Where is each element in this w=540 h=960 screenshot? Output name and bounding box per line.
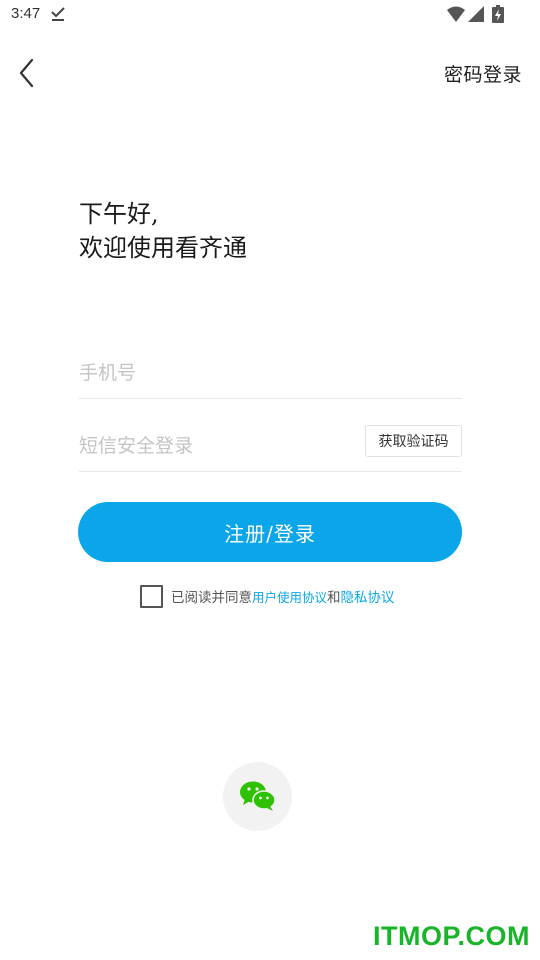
agreement-checkbox[interactable] [140,584,163,608]
download-done-icon [51,7,65,21]
agreement-row: 已阅读并同意用户使用协议和隐私协议 [140,584,395,608]
greeting-welcome: 欢迎使用看齐通 [79,234,247,262]
cell-signal-icon [468,6,484,22]
sms-code-input[interactable] [79,435,349,457]
chevron-left-icon [19,58,34,88]
status-bar: 3:47 [0,0,540,30]
sms-field-row: 获取验证码 [79,413,462,472]
greeting-time-of-day: 下午好, [79,200,159,228]
agreement-prefix: 已阅读并同意 [171,590,252,606]
wifi-icon [447,6,465,22]
wechat-icon [240,781,276,811]
watermark: ITMOP.COM [372,921,530,951]
register-login-button[interactable]: 注册/登录 [78,502,462,562]
battery-charging-icon [492,5,504,23]
phone-field-row [79,340,462,399]
user-agreement-link[interactable]: 用户使用协议 [252,590,327,605]
wechat-login-button[interactable] [223,762,292,831]
greeting: 下午好, 欢迎使用看齐通 [79,197,247,265]
login-screen: 3:47 密码登录 下午好, 欢迎使用看齐通 获取验证码 [0,0,540,960]
privacy-agreement-link[interactable]: 隐私协议 [341,590,395,606]
back-button[interactable] [14,56,42,90]
status-time: 3:47 [11,5,41,22]
agreement-conjunction: 和 [327,590,341,606]
password-login-link[interactable]: 密码登录 [444,60,522,87]
agreement-text: 已阅读并同意用户使用协议和隐私协议 [171,586,395,606]
login-form: 获取验证码 [79,340,462,472]
get-code-button[interactable]: 获取验证码 [365,425,462,457]
phone-input[interactable] [79,362,349,384]
